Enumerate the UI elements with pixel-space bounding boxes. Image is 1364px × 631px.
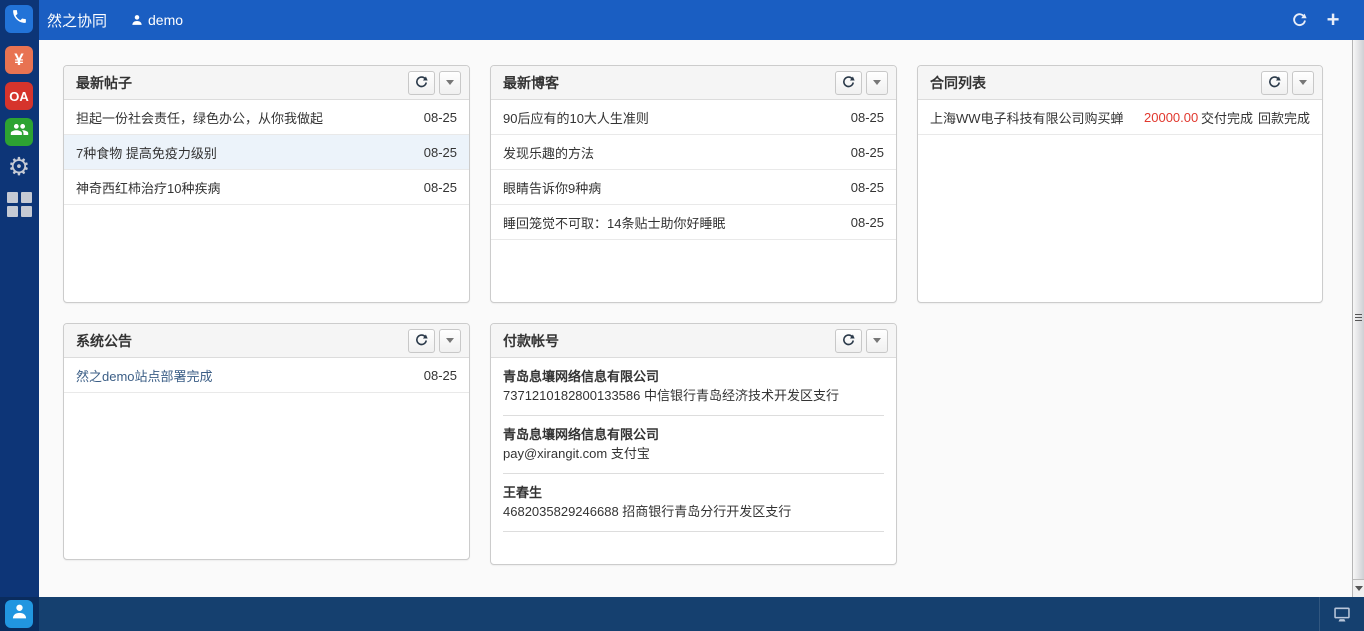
- account-name: 青岛息壤网络信息有限公司: [503, 367, 884, 386]
- account-name: 青岛息壤网络信息有限公司: [503, 425, 884, 444]
- splitter-collapse-button[interactable]: [1353, 579, 1364, 597]
- sidebar-item-oa[interactable]: OA: [5, 82, 33, 110]
- current-user-avatar[interactable]: [5, 600, 33, 628]
- add-icon[interactable]: +: [1324, 11, 1342, 29]
- account-detail: 4682035829246688 招商银行青岛分行开发区支行: [503, 502, 884, 521]
- panel-header: 最新帖子: [64, 66, 469, 100]
- sidebar-bottom: [0, 597, 39, 631]
- panel-title: 合同列表: [930, 73, 1257, 93]
- app-sidebar: ¥ OA ⚙: [0, 0, 39, 631]
- contract-amount: 20000.00: [1144, 110, 1198, 125]
- oa-icon: OA: [9, 89, 29, 104]
- list-item[interactable]: 90后应有的10大人生准则 08-25: [491, 100, 896, 135]
- payment-account[interactable]: 青岛息壤网络信息有限公司 pay@xirangit.com 支付宝: [491, 416, 896, 473]
- contract-status: 交付完成 回款完成: [1201, 108, 1310, 127]
- panel-header: 系统公告: [64, 324, 469, 358]
- panel-header: 合同列表: [918, 66, 1322, 100]
- list-item[interactable]: 担起一份社会责任，绿色办公，从你我做起 08-25: [64, 100, 469, 135]
- team-icon: [10, 120, 29, 144]
- splitter-grip-icon: [1355, 314, 1362, 323]
- panel-menu-button[interactable]: [866, 329, 888, 353]
- right-splitter[interactable]: [1352, 40, 1364, 597]
- panel-refresh-button[interactable]: [408, 329, 435, 353]
- payment-account[interactable]: 青岛息壤网络信息有限公司 7371210182800133586 中信银行青岛经…: [491, 358, 896, 415]
- contract-row[interactable]: 上海WW电子科技有限公司购买蝉 20000.00 交付完成 回款完成: [918, 100, 1322, 135]
- gear-icon: ⚙: [8, 153, 30, 181]
- panel-latest-posts: 最新帖子 担起一份社会责任，绿色办公，从你我做起 08-25 7种食物 提高免疫…: [63, 65, 470, 303]
- account-detail: 7371210182800133586 中信银行青岛经济技术开发区支行: [503, 386, 884, 405]
- chevron-down-icon: [1299, 80, 1307, 85]
- panel-latest-blogs: 最新博客 90后应有的10大人生准则 08-25 发现乐趣的方法 08-25 眼…: [490, 65, 897, 303]
- dashboard-content: 最新帖子 担起一份社会责任，绿色办公，从你我做起 08-25 7种食物 提高免疫…: [39, 40, 1364, 597]
- display-mode-section: [1319, 597, 1364, 631]
- user-menu[interactable]: demo: [131, 12, 183, 28]
- account-name: 王春生: [503, 483, 884, 502]
- contract-name: 上海WW电子科技有限公司购买蝉: [930, 108, 1130, 127]
- refresh-icon[interactable]: [1290, 11, 1308, 29]
- sidebar-item-cash[interactable]: ¥: [5, 46, 33, 74]
- list-item[interactable]: 神奇西红柿治疗10种疾病 08-25: [64, 170, 469, 205]
- user-icon: [131, 14, 143, 26]
- panel-title: 系统公告: [76, 331, 404, 351]
- chevron-down-icon: [873, 338, 881, 343]
- app-brand[interactable]: 然之协同: [47, 10, 107, 31]
- panel-menu-button[interactable]: [1292, 71, 1314, 95]
- sidebar-item-settings[interactable]: ⚙: [5, 153, 33, 181]
- panel-title: 最新帖子: [76, 73, 404, 93]
- grid-icon: [7, 192, 32, 217]
- panel-payment-accounts: 付款帐号 青岛息壤网络信息有限公司 7371210182800133586 中信…: [490, 323, 897, 565]
- panel-refresh-button[interactable]: [1261, 71, 1288, 95]
- list-item[interactable]: 发现乐趣的方法 08-25: [491, 135, 896, 170]
- divider: [503, 531, 884, 532]
- chevron-down-icon: [1355, 586, 1363, 591]
- chevron-down-icon: [446, 338, 454, 343]
- panel-menu-button[interactable]: [866, 71, 888, 95]
- sidebar-item-team[interactable]: [5, 118, 33, 146]
- list-item[interactable]: 7种食物 提高免疫力级别 08-25: [64, 135, 469, 170]
- phone-icon: [11, 8, 28, 30]
- chevron-down-icon: [446, 80, 454, 85]
- list-item[interactable]: 眼睛告诉你9种病 08-25: [491, 170, 896, 205]
- bottom-statusbar: [39, 597, 1364, 631]
- avatar-person-icon: [11, 603, 28, 625]
- panel-menu-button[interactable]: [439, 71, 461, 95]
- account-detail: pay@xirangit.com 支付宝: [503, 444, 884, 463]
- chevron-down-icon: [873, 80, 881, 85]
- delivery-status: 交付完成: [1201, 108, 1253, 127]
- sidebar-item-apps[interactable]: [5, 190, 33, 218]
- panel-header: 付款帐号: [491, 324, 896, 358]
- panel-refresh-button[interactable]: [835, 329, 862, 353]
- payment-status: 回款完成: [1258, 108, 1310, 127]
- panel-refresh-button[interactable]: [835, 71, 862, 95]
- monitor-icon[interactable]: [1332, 606, 1352, 623]
- panel-title: 付款帐号: [503, 331, 831, 351]
- sidebar-item-crm[interactable]: [5, 5, 33, 33]
- user-name: demo: [148, 12, 183, 28]
- panel-menu-button[interactable]: [439, 329, 461, 353]
- panel-announcements: 系统公告 然之demo站点部署完成 08-25: [63, 323, 470, 560]
- yuan-icon: ¥: [14, 50, 23, 70]
- payment-account[interactable]: 王春生 4682035829246688 招商银行青岛分行开发区支行: [491, 474, 896, 531]
- list-item[interactable]: 然之demo站点部署完成 08-25: [64, 358, 469, 393]
- panel-title: 最新博客: [503, 73, 831, 93]
- top-navbar: 然之协同 demo +: [0, 0, 1364, 40]
- panel-header: 最新博客: [491, 66, 896, 100]
- list-item[interactable]: 睡回笼觉不可取：14条贴士助你好睡眠 08-25: [491, 205, 896, 240]
- panel-refresh-button[interactable]: [408, 71, 435, 95]
- panel-contract-list: 合同列表 上海WW电子科技有限公司购买蝉 20000.00 交付完成 回款完成: [917, 65, 1323, 303]
